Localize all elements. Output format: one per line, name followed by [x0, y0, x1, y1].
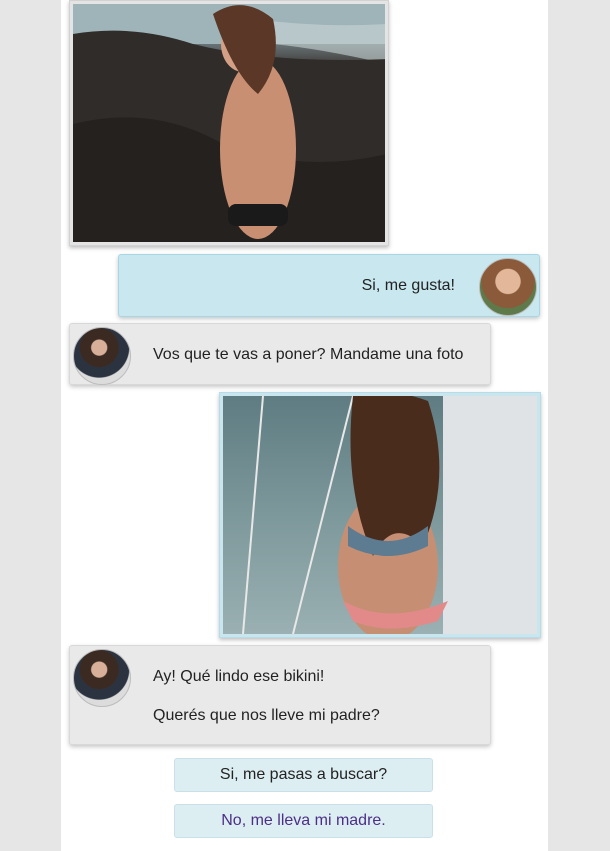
contact-avatar	[73, 649, 131, 707]
sent-photo-message[interactable]	[219, 392, 541, 638]
sent-photo	[223, 396, 537, 634]
sent-message[interactable]: Si, me gusta!	[118, 254, 540, 317]
photo-scene	[73, 4, 385, 242]
reply-option-1[interactable]: Si, me pasas a buscar?	[174, 758, 433, 792]
contact-avatar	[73, 327, 131, 385]
photo-scene	[242, 396, 537, 634]
message-text-line1: Ay! Qué lindo ese bikini!	[153, 668, 325, 685]
received-message[interactable]: Ay! Qué lindo ese bikini! Querés que nos…	[69, 645, 491, 745]
message-text: Si, me gusta!	[361, 277, 455, 294]
received-photo-message[interactable]	[69, 0, 389, 246]
received-message[interactable]: Vos que te vas a poner? Mandame una foto	[69, 323, 491, 385]
own-avatar	[479, 258, 537, 316]
message-text-line2: Querés que nos lleve mi padre?	[153, 707, 380, 724]
message-text: Vos que te vas a poner? Mandame una foto	[153, 346, 464, 363]
reply-option-2[interactable]: No, me lleva mi madre.	[174, 804, 433, 838]
received-photo	[73, 4, 385, 242]
